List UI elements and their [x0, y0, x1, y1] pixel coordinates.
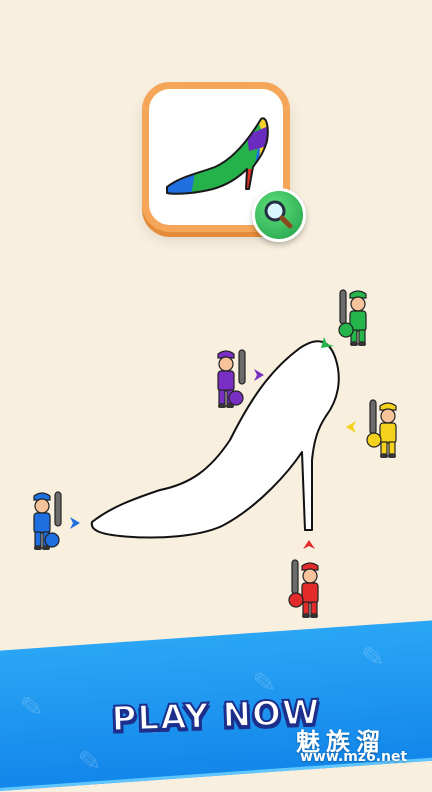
painter-red[interactable] [286, 556, 332, 626]
arrow-right-blue-icon [70, 517, 80, 529]
watermark-url: www.mz6.net [300, 749, 408, 765]
arrow-up-red-icon [303, 540, 315, 549]
arrow-down-left-green-icon [321, 337, 334, 348]
painter-yellow[interactable] [364, 396, 410, 466]
arrow-right-purple-icon [254, 369, 264, 381]
paint-brush-icon: ✎ [76, 743, 103, 779]
arrow-left-yellow-icon [346, 421, 356, 433]
paint-brush-icon: ✎ [360, 639, 386, 675]
painter-green[interactable] [332, 284, 378, 354]
